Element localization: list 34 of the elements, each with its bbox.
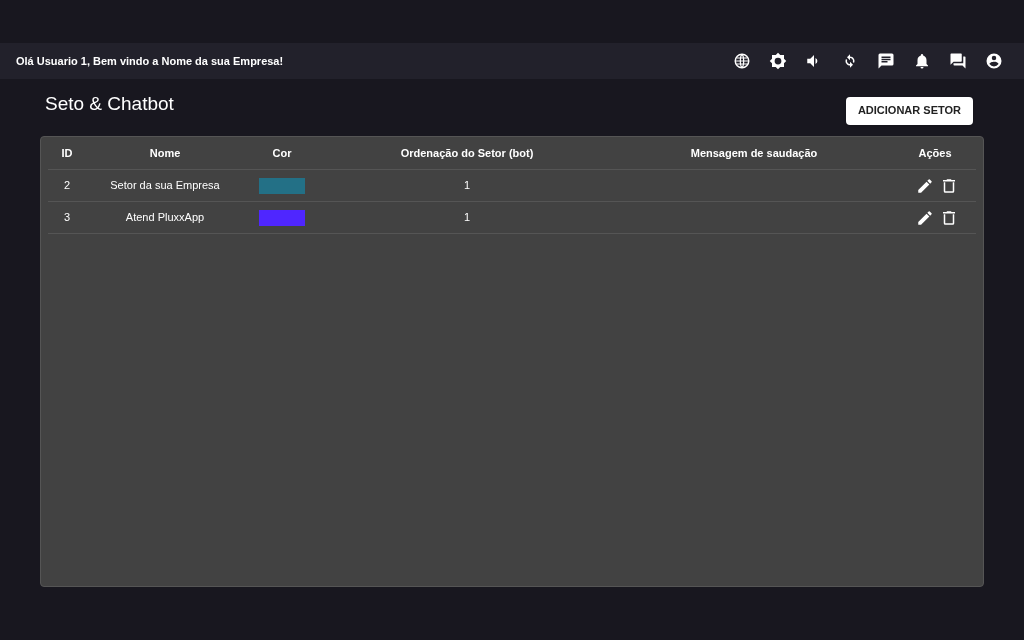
edit-button[interactable] [916, 176, 934, 195]
chat-button[interactable] [948, 51, 968, 71]
column-header: Ações [917, 145, 953, 161]
table-cell-text: 1 [462, 210, 472, 226]
bell-icon [913, 52, 931, 70]
column-header: ID [60, 145, 74, 161]
table-cell-text: Setor da sua Empresa [109, 178, 221, 194]
trash-icon [940, 208, 958, 227]
pencil-icon [916, 176, 934, 195]
greeting-text: Olá Usuario 1, Bem vindo a Nome da sua Empresa! [16, 53, 285, 69]
chat-icon [949, 52, 967, 70]
pencil-icon [916, 208, 934, 227]
table-cell-text: 2 [62, 178, 72, 194]
table-cell-text: Atend PluxxApp [124, 210, 206, 226]
delete-button[interactable] [940, 176, 958, 195]
brightness-button[interactable] [768, 51, 788, 71]
table-cell-text: 1 [462, 178, 472, 194]
brightness-icon [769, 52, 787, 70]
account-icon [985, 52, 1003, 70]
trash-icon [940, 176, 958, 195]
add-sector-button[interactable]: ADICIONAR SETOR [845, 96, 973, 125]
edit-button[interactable] [916, 208, 934, 227]
globe-button[interactable] [732, 51, 752, 71]
page-title: Seto & Chatbot [45, 92, 174, 117]
delete-button[interactable] [940, 208, 958, 227]
column-header: Cor [271, 145, 293, 161]
globe-icon [733, 52, 751, 70]
account-button[interactable] [984, 51, 1004, 71]
message-button[interactable] [876, 51, 896, 71]
column-header: Mensagem de saudação [689, 145, 819, 161]
message-icon [877, 52, 895, 70]
column-header: Ordenação do Setor (bot) [399, 145, 535, 161]
column-header: Nome [148, 145, 182, 161]
table-cell-text: 3 [62, 210, 72, 226]
